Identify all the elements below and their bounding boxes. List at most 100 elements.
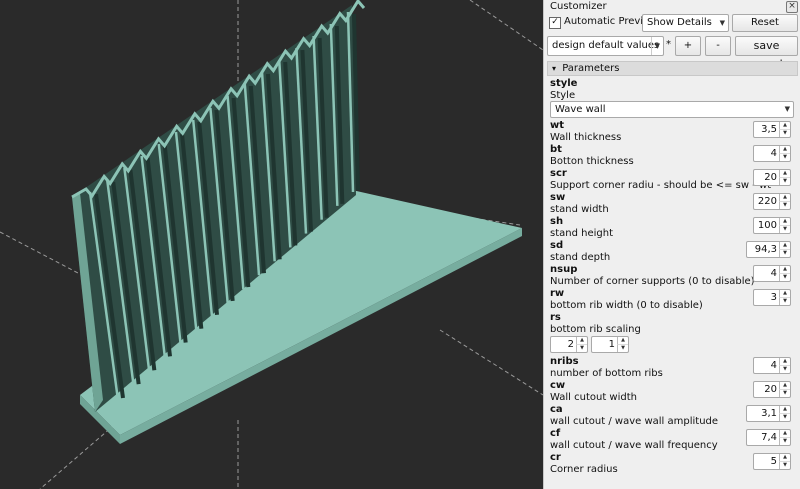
param-description: stand depth — [550, 252, 611, 263]
spin-down-icon[interactable]: ▼ — [779, 249, 790, 257]
rs-x-spinbox[interactable]: 2 ▲ ▼ — [550, 336, 588, 353]
spinbox-value: 3 — [770, 292, 777, 303]
param-spinbox[interactable]: 3,5 ▲ ▼ — [753, 121, 791, 138]
param-description: Support corner radiu - should be <= sw -… — [550, 180, 772, 191]
param-desc-style: Style — [550, 90, 576, 101]
param-spinbox[interactable]: 4 ▲ ▼ — [753, 265, 791, 282]
spinbox-value: 1 — [608, 339, 615, 350]
spin-down-icon[interactable]: ▼ — [779, 129, 790, 137]
save-preset-button[interactable]: save preset — [735, 36, 798, 70]
param-spinbox[interactable]: 7,4 ▲ ▼ — [746, 429, 791, 446]
param-name: nribs — [550, 356, 579, 367]
param-description: Corner radius — [550, 464, 618, 475]
param-name: rw — [550, 288, 565, 299]
param-name: sw — [550, 192, 566, 203]
spinbox-value: 20 — [764, 384, 777, 395]
param-description: Wall thickness — [550, 132, 622, 143]
param-spinbox[interactable]: 3,1 ▲ ▼ — [746, 405, 791, 422]
spin-up-icon[interactable]: ▲ — [779, 290, 790, 297]
param-name: ca — [550, 404, 563, 415]
chevron-down-icon: ▼ — [650, 37, 660, 55]
close-icon[interactable]: × — [786, 1, 798, 13]
param-description: wall cutout / wave wall amplitude — [550, 416, 719, 427]
spinbox-value: 100 — [757, 220, 777, 231]
show-details-select[interactable]: Show Details ▼ — [642, 14, 729, 32]
param-spinbox[interactable]: 94,3 ▲ ▼ — [746, 241, 791, 258]
reset-button[interactable]: Reset — [732, 14, 798, 32]
customizer-panel: Customizer × ✓ Automatic Preview Show De… — [543, 0, 800, 489]
show-details-value: Show Details — [647, 17, 712, 28]
add-preset-button[interactable]: + — [675, 36, 701, 56]
spin-up-icon[interactable]: ▲ — [576, 337, 587, 344]
preset-select[interactable]: design default values ▼ — [547, 36, 664, 56]
spin-down-icon[interactable]: ▼ — [779, 201, 790, 209]
chevron-down-icon: ▼ — [784, 105, 790, 113]
axis-line — [439, 329, 543, 396]
3d-viewport[interactable] — [0, 0, 543, 489]
spin-up-icon[interactable]: ▲ — [779, 382, 790, 389]
spin-down-icon[interactable]: ▼ — [779, 273, 790, 281]
param-description: Botton thickness — [550, 156, 634, 167]
param-spinbox[interactable]: 20 ▲ ▼ — [753, 381, 791, 398]
spin-down-icon[interactable]: ▼ — [779, 437, 790, 445]
spin-down-icon[interactable]: ▼ — [779, 365, 790, 373]
param-name-style: style — [550, 78, 578, 89]
spin-up-icon[interactable]: ▲ — [617, 337, 628, 344]
param-description: wall cutout / wave wall frequency — [550, 440, 718, 451]
spin-up-icon[interactable]: ▲ — [779, 194, 790, 201]
model-render — [0, 0, 543, 489]
spinbox-value: 4 — [770, 360, 777, 371]
spin-down-icon[interactable]: ▼ — [779, 225, 790, 233]
param-spinbox[interactable]: 3 ▲ ▼ — [753, 289, 791, 306]
style-value: Wave wall — [555, 104, 606, 115]
automatic-preview-checkbox[interactable]: ✓ — [549, 17, 561, 29]
spin-up-icon[interactable]: ▲ — [779, 430, 790, 437]
spin-up-icon[interactable]: ▲ — [779, 454, 790, 461]
preset-value: design default values — [552, 40, 660, 51]
spin-down-icon[interactable]: ▼ — [779, 153, 790, 161]
spin-up-icon[interactable]: ▲ — [779, 242, 790, 249]
axis-line — [469, 0, 543, 51]
spin-down-icon[interactable]: ▼ — [779, 413, 790, 421]
spin-up-icon[interactable]: ▲ — [779, 218, 790, 225]
param-name: sd — [550, 240, 564, 251]
spinbox-value: 7,4 — [761, 432, 777, 443]
spinbox-value: 220 — [757, 196, 777, 207]
modified-marker: * — [666, 39, 671, 50]
rs-y-spinbox[interactable]: 1 ▲ ▼ — [591, 336, 629, 353]
spin-down-icon[interactable]: ▼ — [779, 389, 790, 397]
param-spinbox[interactable]: 100 ▲ ▼ — [753, 217, 791, 234]
spin-up-icon[interactable]: ▲ — [779, 266, 790, 273]
spin-up-icon[interactable]: ▲ — [779, 358, 790, 365]
spin-up-icon[interactable]: ▲ — [779, 146, 790, 153]
param-spinbox[interactable]: 5 ▲ ▼ — [753, 453, 791, 470]
spinbox-value: 5 — [770, 456, 777, 467]
spin-down-icon[interactable]: ▼ — [576, 344, 587, 352]
param-spinbox[interactable]: 20 ▲ ▼ — [753, 169, 791, 186]
param-name: scr — [550, 168, 567, 179]
style-select[interactable]: Wave wall ▼ — [550, 101, 794, 118]
param-spinbox[interactable]: 4 ▲ ▼ — [753, 357, 791, 374]
spin-down-icon[interactable]: ▼ — [617, 344, 628, 352]
chevron-down-icon: ▼ — [719, 19, 725, 27]
remove-preset-button[interactable]: - — [705, 36, 731, 56]
panel-title: Customizer — [550, 1, 607, 12]
spin-down-icon[interactable]: ▼ — [779, 177, 790, 185]
param-name: cr — [550, 452, 561, 463]
spin-up-icon[interactable]: ▲ — [779, 170, 790, 177]
spinbox-value: 4 — [770, 148, 777, 159]
section-title: Parameters — [562, 63, 620, 74]
spin-up-icon[interactable]: ▲ — [779, 122, 790, 129]
param-spinbox[interactable]: 4 ▲ ▼ — [753, 145, 791, 162]
spinbox-value: 3,5 — [761, 124, 777, 135]
spin-down-icon[interactable]: ▼ — [779, 461, 790, 469]
parameters-section-header[interactable]: ▾ Parameters — [547, 61, 798, 76]
spin-up-icon[interactable]: ▲ — [779, 406, 790, 413]
param-description: Wall cutout width — [550, 392, 637, 403]
spinbox-value: 20 — [764, 172, 777, 183]
spinbox-value: 3,1 — [761, 408, 777, 419]
spinbox-value: 4 — [770, 268, 777, 279]
param-spinbox[interactable]: 220 ▲ ▼ — [753, 193, 791, 210]
param-description: Number of corner supports (0 to disable) — [550, 276, 755, 287]
spin-down-icon[interactable]: ▼ — [779, 297, 790, 305]
